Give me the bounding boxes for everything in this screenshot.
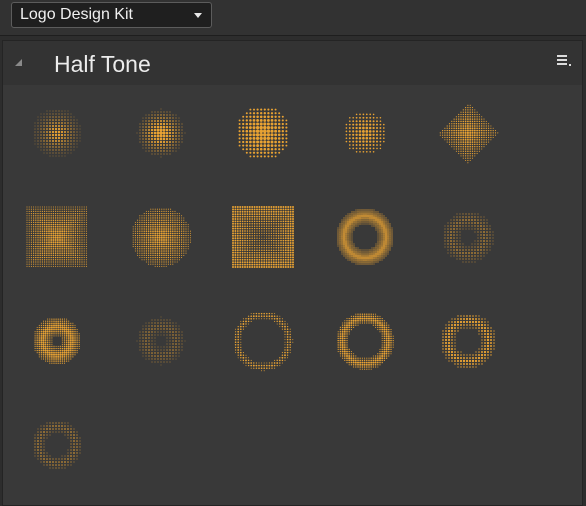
halftone-large-grid-icon	[238, 108, 288, 158]
tile-halftone-dark-center[interactable]	[9, 293, 105, 389]
tile-halftone-bold-ring[interactable]	[317, 293, 413, 389]
tile-halftone-diamond[interactable]	[420, 85, 516, 181]
halftone-panel: Half Tone	[2, 40, 583, 506]
halftone-thick-ring-icon	[337, 209, 393, 265]
tile-halftone-faint-grid[interactable]	[317, 85, 413, 181]
kit-dropdown-label: Logo Design Kit	[20, 6, 133, 23]
halftone-rounded-square-icon	[26, 206, 87, 267]
tile-halftone-soft-circle[interactable]	[113, 189, 209, 285]
tile-halftone-faint-ring[interactable]	[420, 189, 516, 285]
caret-down-icon	[194, 13, 202, 18]
collapse-triangle-icon[interactable]	[15, 59, 22, 66]
halftone-dark-center-icon	[34, 318, 80, 364]
halftone-faint-ring-icon	[444, 213, 494, 263]
tile-halftone-thin-ring[interactable]	[215, 293, 311, 389]
halftone-dotted-ring-icon	[442, 315, 495, 368]
asset-window: Logo Design Kit Half Tone	[0, 0, 586, 506]
tile-halftone-scatter-ring[interactable]	[9, 397, 105, 493]
tile-halftone-thick-ring[interactable]	[317, 189, 413, 285]
tile-halftone-square-burst[interactable]	[215, 189, 311, 285]
panel-title: Half Tone	[54, 51, 151, 77]
halftone-soft-dot-icon	[34, 110, 81, 157]
kit-dropdown[interactable]: Logo Design Kit	[11, 2, 212, 28]
tile-halftone-soft-dot[interactable]	[9, 85, 105, 181]
tile-halftone-faint-dark-center[interactable]	[113, 293, 209, 389]
halftone-soft-circle-icon	[132, 208, 191, 267]
halftone-scatter-ring-icon	[34, 422, 81, 469]
halftone-diamond-icon	[439, 104, 499, 164]
halftone-thin-ring-icon	[234, 312, 294, 372]
halftone-small-dot-icon	[136, 108, 186, 158]
halftone-bold-ring-icon	[337, 313, 394, 370]
panel-header: Half Tone	[3, 41, 582, 85]
tile-halftone-dotted-ring[interactable]	[420, 293, 516, 389]
halftone-square-burst-icon	[232, 206, 294, 268]
tile-halftone-rounded-square[interactable]	[9, 189, 105, 285]
tile-halftone-large-grid[interactable]	[215, 85, 311, 181]
tile-halftone-small-dot[interactable]	[113, 85, 209, 181]
toolbar: Logo Design Kit	[0, 0, 586, 36]
panel-menu-icon[interactable]	[557, 55, 573, 69]
halftone-faint-grid-icon	[345, 113, 385, 153]
asset-grid	[3, 85, 582, 505]
halftone-faint-dark-center-icon	[136, 316, 186, 366]
